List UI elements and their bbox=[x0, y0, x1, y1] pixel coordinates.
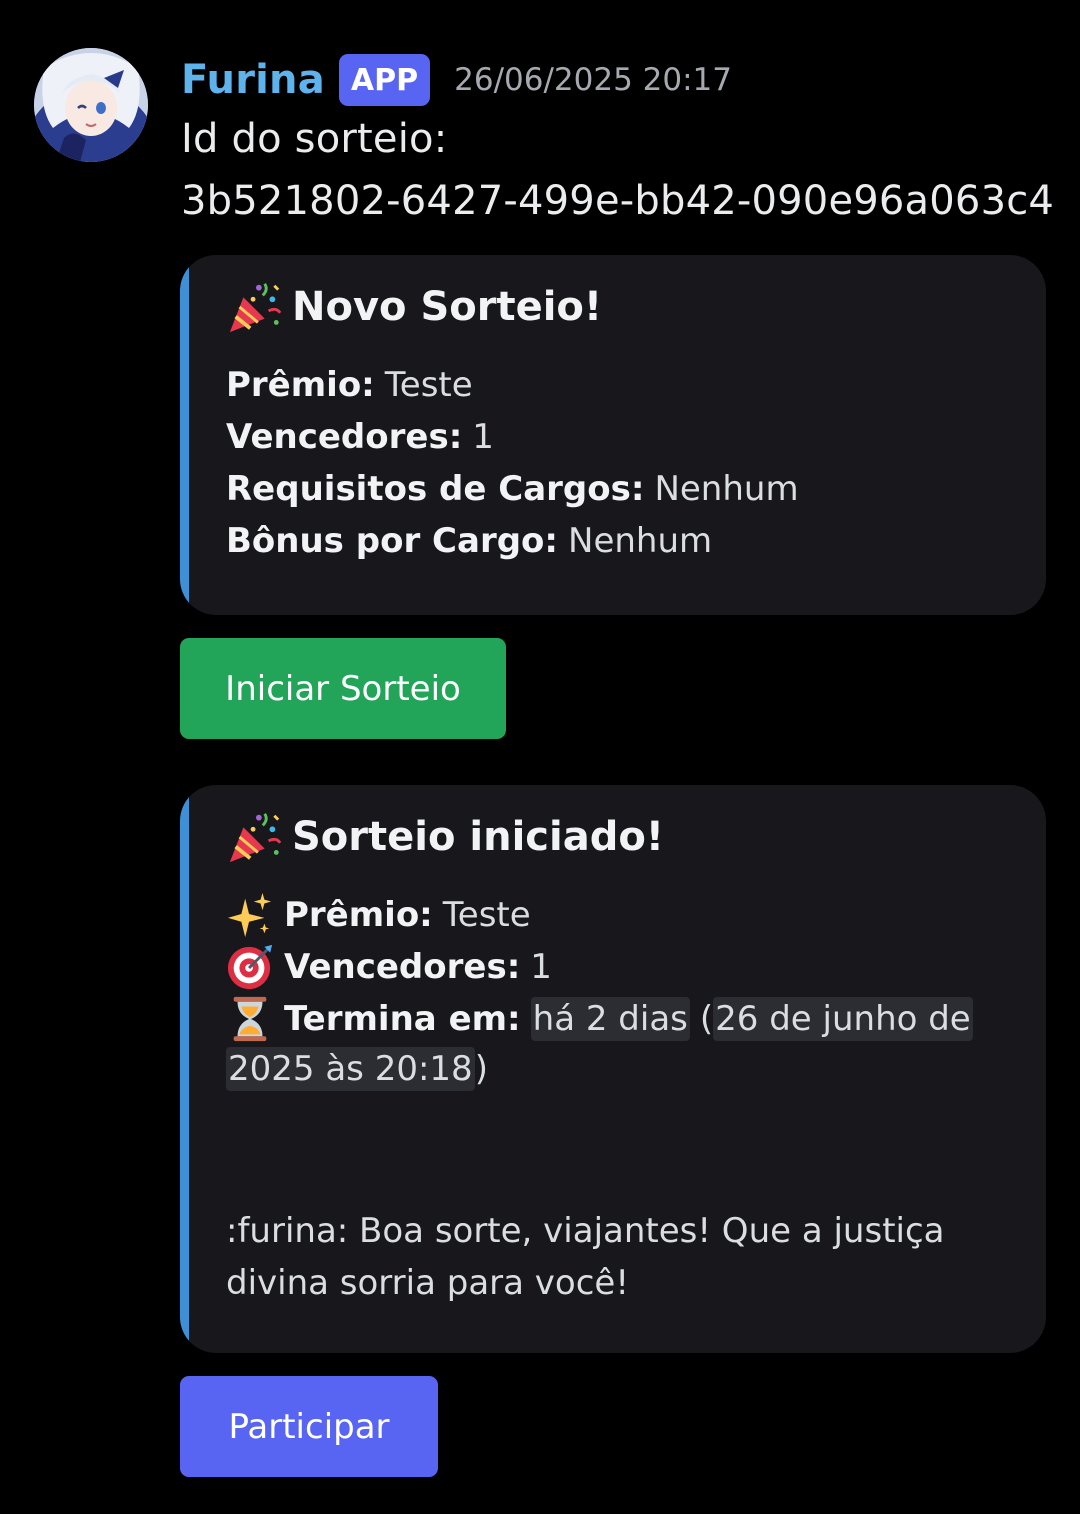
message-header: Furina APP 26/06/2025 20:17 bbox=[181, 52, 732, 108]
avatar-image bbox=[34, 48, 148, 162]
embed-title-text: Sorteio iniciado! bbox=[292, 814, 665, 860]
field-value: 1 bbox=[472, 417, 494, 457]
hourglass-icon bbox=[233, 996, 267, 1042]
field-role-bonus: Bônus por Cargo: Nenhum bbox=[226, 521, 712, 561]
app-badge: APP bbox=[338, 54, 431, 106]
embed-title: Novo Sorteio! bbox=[226, 278, 602, 336]
timestamp: 26/06/2025 20:17 bbox=[454, 62, 732, 98]
direct-hit-target-icon bbox=[227, 944, 273, 990]
message-text-line-1: Id do sorteio: bbox=[181, 116, 448, 162]
field-value: 1 bbox=[530, 947, 552, 987]
avatar[interactable] bbox=[34, 48, 148, 162]
sparkles-icon bbox=[227, 892, 272, 938]
party-popper-icon bbox=[229, 282, 282, 333]
field-winners: Vencedores: 1 bbox=[226, 417, 494, 457]
paren-open: ( bbox=[699, 999, 714, 1039]
start-giveaway-button[interactable]: Iniciar Sorteio bbox=[180, 638, 506, 739]
field-prize: Prêmio: Teste bbox=[226, 891, 531, 939]
relative-timestamp[interactable]: há 2 dias bbox=[530, 997, 690, 1041]
giveaway-created-embed: Novo Sorteio! Prêmio: Teste Vencedores: … bbox=[180, 255, 1046, 615]
field-value: Nenhum bbox=[654, 469, 799, 509]
field-label: Prêmio: bbox=[284, 895, 433, 935]
field-prize: Prêmio: Teste bbox=[226, 365, 473, 405]
embed-description-footer: :furina: Boa sorte, viajantes! Que a jus… bbox=[226, 1211, 945, 1303]
embed-title-text: Novo Sorteio! bbox=[292, 284, 603, 330]
field-label: Vencedores: bbox=[284, 947, 521, 987]
field-label: Termina em: bbox=[284, 999, 521, 1039]
field-label: Vencedores: bbox=[226, 417, 463, 457]
giveaway-id: 3b521802-6427-499e-bb42-090e96a063c4 bbox=[181, 178, 1055, 224]
absolute-timestamp-part1[interactable]: 26 de junho de bbox=[713, 997, 973, 1041]
field-winners: Vencedores: 1 bbox=[226, 943, 552, 991]
field-label: Requisitos de Cargos: bbox=[226, 469, 645, 509]
embed-title: Sorteio iniciado! bbox=[226, 808, 664, 866]
chat-message: Furina APP 26/06/2025 20:17 Id do sortei… bbox=[0, 0, 1080, 1514]
field-label: Prêmio: bbox=[226, 365, 375, 405]
username[interactable]: Furina bbox=[181, 57, 325, 103]
field-value: Teste bbox=[384, 365, 473, 405]
party-popper-icon bbox=[229, 812, 282, 863]
join-giveaway-button[interactable]: Participar bbox=[180, 1376, 438, 1477]
giveaway-started-embed: Sorteio iniciado! Prêmio: Teste Vencedor… bbox=[180, 785, 1046, 1353]
embed-accent-bar bbox=[180, 255, 189, 615]
field-ends-at: Termina em: há 2 dias ( 26 de junho de bbox=[226, 995, 973, 1043]
embed-accent-bar bbox=[180, 785, 189, 1353]
paren-close: ) bbox=[474, 1049, 488, 1089]
field-ends-at-continued: 2025 às 20:18 ) bbox=[226, 1047, 488, 1091]
absolute-timestamp-part2[interactable]: 2025 às 20:18 bbox=[226, 1047, 475, 1091]
field-label: Bônus por Cargo: bbox=[226, 521, 559, 561]
field-role-requirements: Requisitos de Cargos: Nenhum bbox=[226, 469, 799, 509]
field-value: Teste bbox=[442, 895, 531, 935]
field-value: Nenhum bbox=[568, 521, 713, 561]
